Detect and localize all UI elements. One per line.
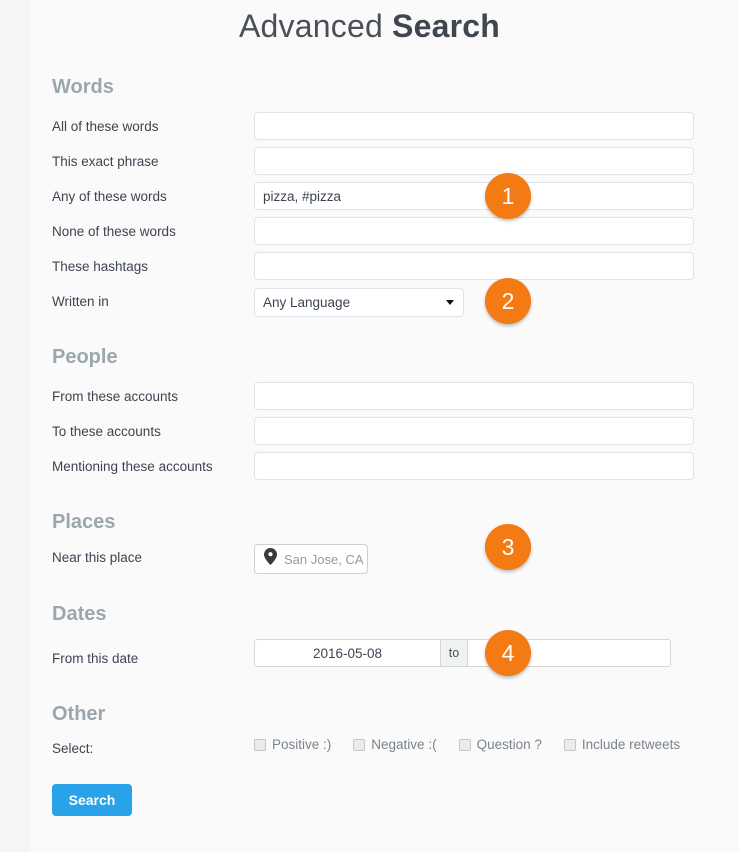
checkbox-item-include-retweets[interactable]: Include retweets: [563, 737, 681, 752]
page-title: Advanced Search: [0, 8, 739, 45]
near-this-place-input[interactable]: San Jose, CA: [254, 544, 368, 574]
checkbox-label-include-retweets: Include retweets: [581, 737, 681, 752]
search-button[interactable]: Search: [52, 784, 132, 816]
input-these-hashtags[interactable]: [254, 252, 694, 280]
checkbox-item-negative[interactable]: Negative :(: [353, 737, 437, 752]
label-these-hashtags: These hashtags: [52, 259, 149, 274]
chevron-down-icon: [446, 300, 454, 305]
date-range-separator: to: [440, 639, 468, 667]
page-title-light: Advanced: [239, 8, 393, 44]
language-select[interactable]: Any Language: [254, 288, 464, 317]
label-none-of-these-words: None of these words: [52, 224, 176, 239]
checkbox-item-question[interactable]: Question ?: [458, 737, 542, 752]
label-all-of-these-words: All of these words: [52, 119, 159, 134]
label-from-this-date: From this date: [52, 651, 139, 666]
section-heading-places: Places: [52, 511, 116, 533]
input-to-these-accounts[interactable]: [254, 417, 694, 445]
section-heading-dates: Dates: [52, 603, 107, 625]
language-select-value[interactable]: Any Language: [254, 288, 464, 317]
checkbox-include-retweets[interactable]: [563, 738, 576, 751]
input-from-these-accounts[interactable]: [254, 382, 694, 410]
label-to-these-accounts: To these accounts: [52, 424, 161, 439]
label-mentioning-these-accounts: Mentioning these accounts: [52, 459, 213, 474]
checkbox-negative[interactable]: [353, 738, 366, 751]
input-all-of-these-words[interactable]: [254, 112, 694, 140]
checkbox-label-positive: Positive :): [272, 737, 332, 752]
checkbox-label-question: Question ?: [476, 737, 542, 752]
page-title-bold: Search: [392, 8, 500, 44]
input-mentioning-these-accounts[interactable]: [254, 452, 694, 480]
near-this-place-value: San Jose, CA: [284, 551, 364, 567]
step-badge-1: 1: [485, 173, 531, 219]
label-written-in: Written in: [52, 294, 109, 309]
section-heading-other: Other: [52, 703, 106, 725]
section-heading-words: Words: [52, 76, 114, 98]
step-badge-3: 3: [485, 524, 531, 570]
label-this-exact-phrase: This exact phrase: [52, 154, 159, 169]
label-near-this-place: Near this place: [52, 550, 143, 565]
left-gutter: [0, 0, 30, 852]
section-heading-people: People: [52, 346, 118, 368]
checkbox-item-positive[interactable]: Positive :): [254, 737, 331, 752]
label-from-these-accounts: From these accounts: [52, 389, 179, 404]
sentiment-checkbox-group: Positive :) Negative :( Question ? Inclu…: [254, 737, 702, 752]
input-any-of-these-words[interactable]: [254, 182, 694, 210]
label-any-of-these-words: Any of these words: [52, 189, 167, 204]
checkbox-label-negative: Negative :(: [371, 737, 437, 752]
input-none-of-these-words[interactable]: [254, 217, 694, 245]
input-this-exact-phrase[interactable]: [254, 147, 694, 175]
map-pin-icon: [264, 548, 277, 570]
advanced-search-page: Advanced Search Words All of these words…: [0, 0, 739, 852]
date-range-group: to: [254, 639, 671, 667]
step-badge-2: 2: [485, 278, 531, 324]
checkbox-positive[interactable]: [254, 738, 266, 751]
label-select: Select:: [52, 741, 94, 756]
input-date-from[interactable]: [254, 639, 440, 667]
step-badge-4: 4: [485, 630, 531, 676]
checkbox-question[interactable]: [458, 738, 471, 751]
